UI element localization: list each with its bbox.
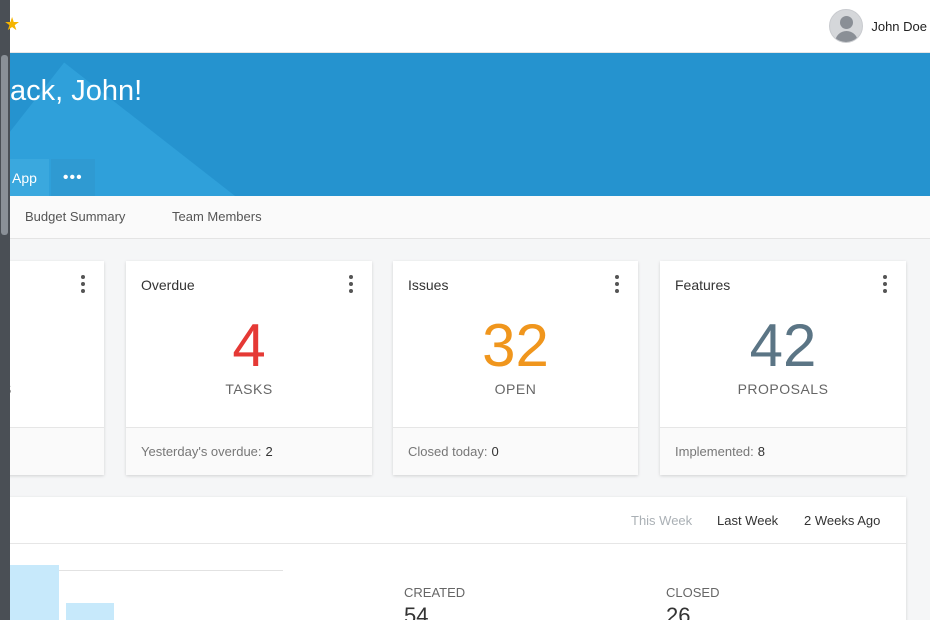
card-menu-icon[interactable] [80,275,86,293]
summary-card-features: Features 42 PROPOSALS Implemented: 8 [660,261,906,475]
tab-team-members[interactable]: Team Members [172,209,262,224]
card-number: 4 [232,312,266,379]
user-menu[interactable]: John Doe [829,7,927,45]
avatar[interactable] [829,9,864,43]
chart-bar [10,565,59,620]
card-subtitle: TASKS [225,381,273,397]
period-last-week[interactable]: Last Week [717,513,778,528]
panel-header: This Week Last Week 2 Weeks Ago [0,497,906,544]
summary-card-due: 5 S [0,261,104,475]
star-icon[interactable]: ★ [4,14,20,35]
footer-text: Yesterday's overdue: 2 [141,444,273,459]
github-stats-panel: This Week Last Week 2 Weeks Ago CREATED … [0,497,906,620]
closed-label: CLOSED [666,585,720,600]
card-menu-icon[interactable] [348,275,354,293]
footer-value: 2 [265,444,273,459]
closed-value: 26 [666,603,691,620]
card-title: Features [675,277,731,293]
tab-bar: Budget Summary Team Members [0,196,930,239]
period-this-week[interactable]: This Week [631,513,692,528]
card-menu-icon[interactable] [614,275,620,293]
card-menu-icon[interactable] [882,275,888,293]
summary-card-issues: Issues 32 OPEN Closed today: 0 [393,261,638,475]
card-title: Overdue [141,277,195,293]
card-footer [0,427,104,475]
more-button[interactable]: ••• [50,159,95,196]
footer-text: Implemented: 8 [675,444,765,459]
card-title: Issues [408,277,449,293]
card-footer: Implemented: 8 [660,427,906,475]
card-number: 32 [482,312,549,379]
user-name[interactable]: John Doe [871,19,927,34]
summary-card-overdue: Overdue 4 TASKS Yesterday's overdue: 2 [126,261,372,475]
card-subtitle: OPEN [494,381,537,397]
card-footer: Yesterday's overdue: 2 [126,427,372,475]
welcome-banner: ack, John! App ••• [0,53,930,196]
chart-bar [66,603,114,620]
side-panel-scrollbar[interactable] [1,55,8,235]
tab-budget-summary[interactable]: Budget Summary [25,209,125,224]
created-value: 54 [404,603,429,620]
footer-value: 0 [491,444,499,459]
period-2-weeks-ago[interactable]: 2 Weeks Ago [804,513,880,528]
card-footer: Closed today: 0 [393,427,638,475]
card-subtitle: PROPOSALS [737,381,829,397]
welcome-heading: ack, John! [10,75,143,107]
created-label: CREATED [404,585,466,600]
top-bar: ★ John Doe [0,0,930,53]
footer-value: 8 [757,444,765,459]
banner-actions: App ••• [0,159,95,196]
card-number: 42 [749,312,817,379]
footer-text: Closed today: 0 [408,444,499,459]
